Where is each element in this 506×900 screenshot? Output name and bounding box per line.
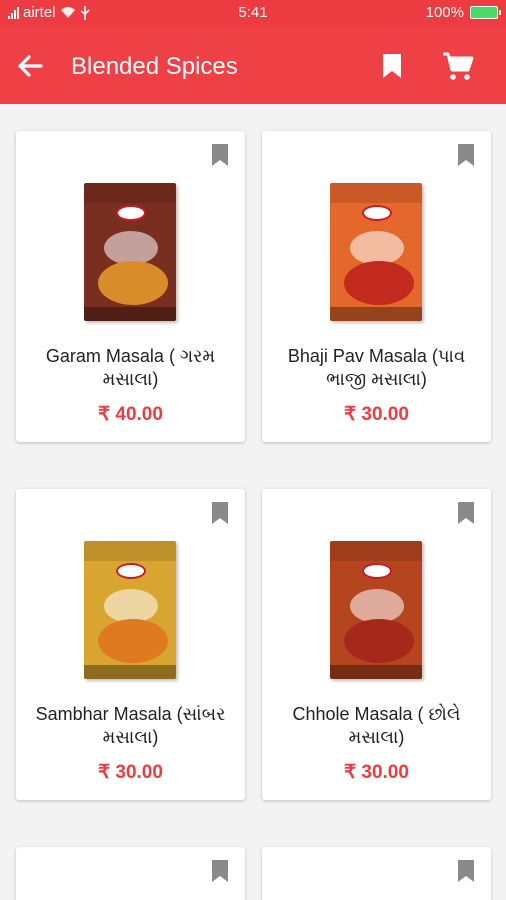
cart-icon xyxy=(443,52,474,80)
bookmark-icon xyxy=(383,54,401,78)
product-image[interactable] xyxy=(330,541,422,679)
bookmark-icon xyxy=(212,860,228,882)
product-grid: Garam Masala ( ગરમ મસાલા) ₹ 40.00 Bhaji … xyxy=(0,104,506,900)
back-button[interactable] xyxy=(12,48,48,84)
product-name: Bhaji Pav Masala (પાવ ભાજી મસાલા) xyxy=(287,346,466,389)
bookmarks-button[interactable] xyxy=(376,48,408,84)
product-card[interactable]: Garam Masala ( ગરમ મસાલા) ₹ 40.00 xyxy=(16,131,245,442)
product-name: Sambhar Masala (સાંબર મસાલા) xyxy=(35,704,226,747)
product-price: ₹ 40.00 xyxy=(98,404,163,425)
battery-icon xyxy=(470,6,501,19)
bookmark-icon xyxy=(458,144,474,166)
product-card[interactable]: Bhaji Pav Masala (પાવ ભાજી મસાલા) ₹ 30.0… xyxy=(262,131,491,442)
status-bar: airtel 5:41 100% xyxy=(0,0,506,26)
battery-percent: 100% xyxy=(425,4,464,21)
bookmark-icon xyxy=(212,502,228,524)
product-card[interactable] xyxy=(262,847,491,900)
product-card[interactable] xyxy=(16,847,245,900)
card-bookmark-button[interactable] xyxy=(455,143,477,169)
product-price: ₹ 30.00 xyxy=(344,762,409,783)
product-image[interactable] xyxy=(330,183,422,321)
status-right: 100% xyxy=(425,4,501,21)
card-bookmark-button[interactable] xyxy=(455,501,477,527)
page-title: Blended Spices xyxy=(71,53,238,80)
product-card[interactable]: Sambhar Masala (સાંબર મસાલા) ₹ 30.00 xyxy=(16,489,245,800)
card-bookmark-button[interactable] xyxy=(209,859,231,885)
product-image[interactable] xyxy=(84,183,176,321)
arrow-left-icon xyxy=(18,55,43,77)
card-bookmark-button[interactable] xyxy=(209,143,231,169)
product-name: Chhole Masala ( છોલે મસાલા) xyxy=(292,704,461,747)
card-bookmark-button[interactable] xyxy=(209,501,231,527)
bookmark-icon xyxy=(212,144,228,166)
cart-button[interactable] xyxy=(438,46,478,86)
product-image[interactable] xyxy=(84,541,176,679)
bookmark-icon xyxy=(458,860,474,882)
bookmark-icon xyxy=(458,502,474,524)
product-name: Garam Masala ( ગરમ મસાલા) xyxy=(45,346,216,389)
product-price: ₹ 30.00 xyxy=(98,762,163,783)
product-price: ₹ 30.00 xyxy=(344,404,409,425)
product-card[interactable]: Chhole Masala ( છોલે મસાલા) ₹ 30.00 xyxy=(262,489,491,800)
card-bookmark-button[interactable] xyxy=(455,859,477,885)
app-bar: Blended Spices xyxy=(0,26,506,104)
